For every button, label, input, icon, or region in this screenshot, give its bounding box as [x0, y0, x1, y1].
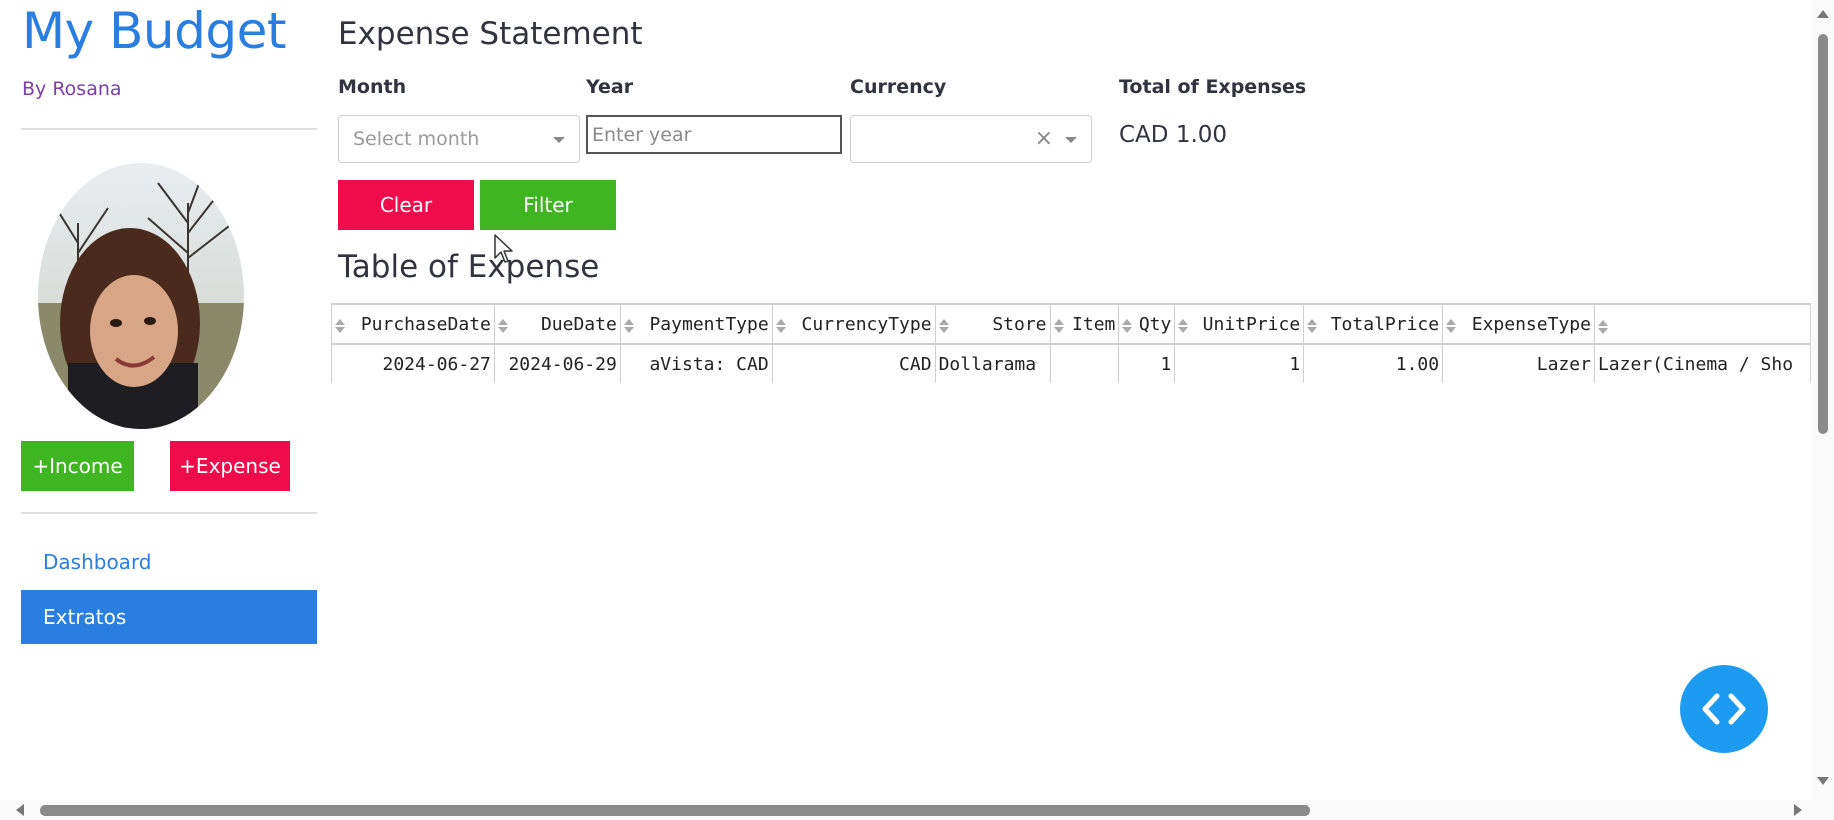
column-header-label: UnitPrice — [1202, 313, 1301, 335]
table-cell: Dollarama — [934, 343, 1051, 383]
sort-icon — [938, 318, 949, 333]
month-label: Month — [338, 76, 407, 98]
total-expenses-value: CAD 1.00 — [1119, 122, 1228, 148]
table-cell: Lazer(Cinema / Sho — [1593, 343, 1811, 383]
code-brackets-icon — [1702, 693, 1746, 725]
column-header-label: ExpenseType — [1471, 313, 1591, 335]
horizontal-scrollbar[interactable] — [0, 800, 1834, 820]
sort-icon — [1053, 318, 1064, 333]
column-header[interactable]: CurrencyType — [771, 303, 936, 345]
expense-table: PurchaseDate DueDate PaymentType Currenc… — [331, 303, 1811, 383]
scroll-down-icon[interactable] — [1817, 777, 1829, 785]
currency-select[interactable]: × — [850, 115, 1092, 163]
year-label: Year — [586, 76, 634, 98]
scroll-up-icon[interactable] — [1817, 10, 1829, 18]
code-toggle-button[interactable] — [1680, 665, 1768, 753]
column-header-label: DueDate — [540, 313, 617, 335]
sort-icon — [497, 318, 508, 333]
column-header[interactable]: UnitPrice — [1174, 303, 1305, 345]
chevron-down-icon — [1065, 137, 1077, 143]
table-cell: 1 — [1174, 343, 1305, 383]
sidebar: My Budget By Rosana +Income +Expense Das… — [21, 0, 317, 700]
table-cell — [1049, 343, 1120, 383]
column-header[interactable]: Qty — [1118, 303, 1176, 345]
column-header[interactable]: PaymentType — [619, 303, 773, 345]
sort-icon — [1178, 318, 1189, 333]
table-cell: Lazer — [1442, 343, 1595, 383]
column-header-label: PurchaseDate — [360, 313, 491, 335]
month-select-placeholder: Select month — [353, 128, 480, 150]
sidebar-divider — [21, 128, 317, 130]
column-header[interactable]: DueDate — [493, 303, 621, 345]
table-title: Table of Expense — [338, 249, 600, 285]
sort-icon — [775, 318, 786, 333]
table-cell: 2024-06-27 — [331, 343, 495, 383]
month-select[interactable]: Select month — [338, 115, 580, 163]
sidebar-divider — [21, 512, 317, 514]
sort-icon — [1307, 318, 1318, 333]
nav-item-dashboard[interactable]: Dashboard — [21, 535, 317, 589]
year-input[interactable] — [586, 115, 842, 154]
column-header[interactable] — [1593, 303, 1811, 345]
sort-icon — [1122, 318, 1133, 333]
column-header-label: Qty — [1138, 313, 1172, 335]
scroll-left-icon[interactable] — [16, 804, 24, 816]
main-content: Expense Statement Month Year Currency To… — [331, 0, 1818, 800]
chevron-down-icon — [553, 137, 565, 143]
expense-table-container: PurchaseDate DueDate PaymentType Currenc… — [331, 303, 1811, 383]
vertical-scrollbar[interactable] — [1812, 0, 1834, 800]
sort-icon — [623, 318, 634, 333]
column-header-label: Item — [1072, 313, 1116, 335]
sort-icon — [1597, 319, 1608, 334]
table-cell: 2024-06-29 — [493, 343, 621, 383]
table-cell: 1.00 — [1303, 343, 1444, 383]
nav-item-extratos[interactable]: Extratos — [21, 590, 317, 644]
currency-label: Currency — [850, 76, 947, 98]
clear-button[interactable]: Clear — [338, 180, 474, 230]
sort-icon — [335, 318, 345, 333]
column-header-label: TotalPrice — [1330, 313, 1440, 335]
app-author: By Rosana — [22, 78, 122, 100]
add-expense-button[interactable]: +Expense — [170, 441, 290, 491]
column-header[interactable]: TotalPrice — [1303, 303, 1444, 345]
table-cell: aVista: CAD — [619, 343, 773, 383]
scroll-right-icon[interactable] — [1794, 804, 1802, 816]
column-header-label: Store — [992, 313, 1047, 335]
clear-icon[interactable]: × — [1035, 126, 1053, 151]
table-header-row: PurchaseDate DueDate PaymentType Currenc… — [331, 303, 1811, 345]
sort-icon — [1446, 318, 1457, 333]
column-header[interactable]: Item — [1049, 303, 1120, 345]
app-title: My Budget — [22, 2, 286, 60]
vertical-scroll-thumb[interactable] — [1818, 34, 1828, 434]
column-header[interactable]: PurchaseDate — [331, 303, 495, 345]
profile-photo — [38, 163, 244, 429]
mouse-cursor-icon — [494, 234, 513, 263]
total-label: Total of Expenses — [1119, 76, 1307, 98]
table-cell: 1 — [1118, 343, 1176, 383]
table-cell: CAD — [771, 343, 936, 383]
table-row: 2024-06-27 2024-06-29 aVista: CAD CAD Do… — [331, 343, 1811, 383]
column-header[interactable]: ExpenseType — [1442, 303, 1595, 345]
page-title: Expense Statement — [338, 16, 643, 52]
column-header[interactable]: Store — [934, 303, 1051, 345]
column-header-label: PaymentType — [649, 313, 769, 335]
filter-button[interactable]: Filter — [480, 180, 616, 230]
horizontal-scroll-thumb[interactable] — [40, 805, 1310, 816]
add-income-button[interactable]: +Income — [21, 441, 134, 491]
column-header-label: CurrencyType — [801, 313, 932, 335]
